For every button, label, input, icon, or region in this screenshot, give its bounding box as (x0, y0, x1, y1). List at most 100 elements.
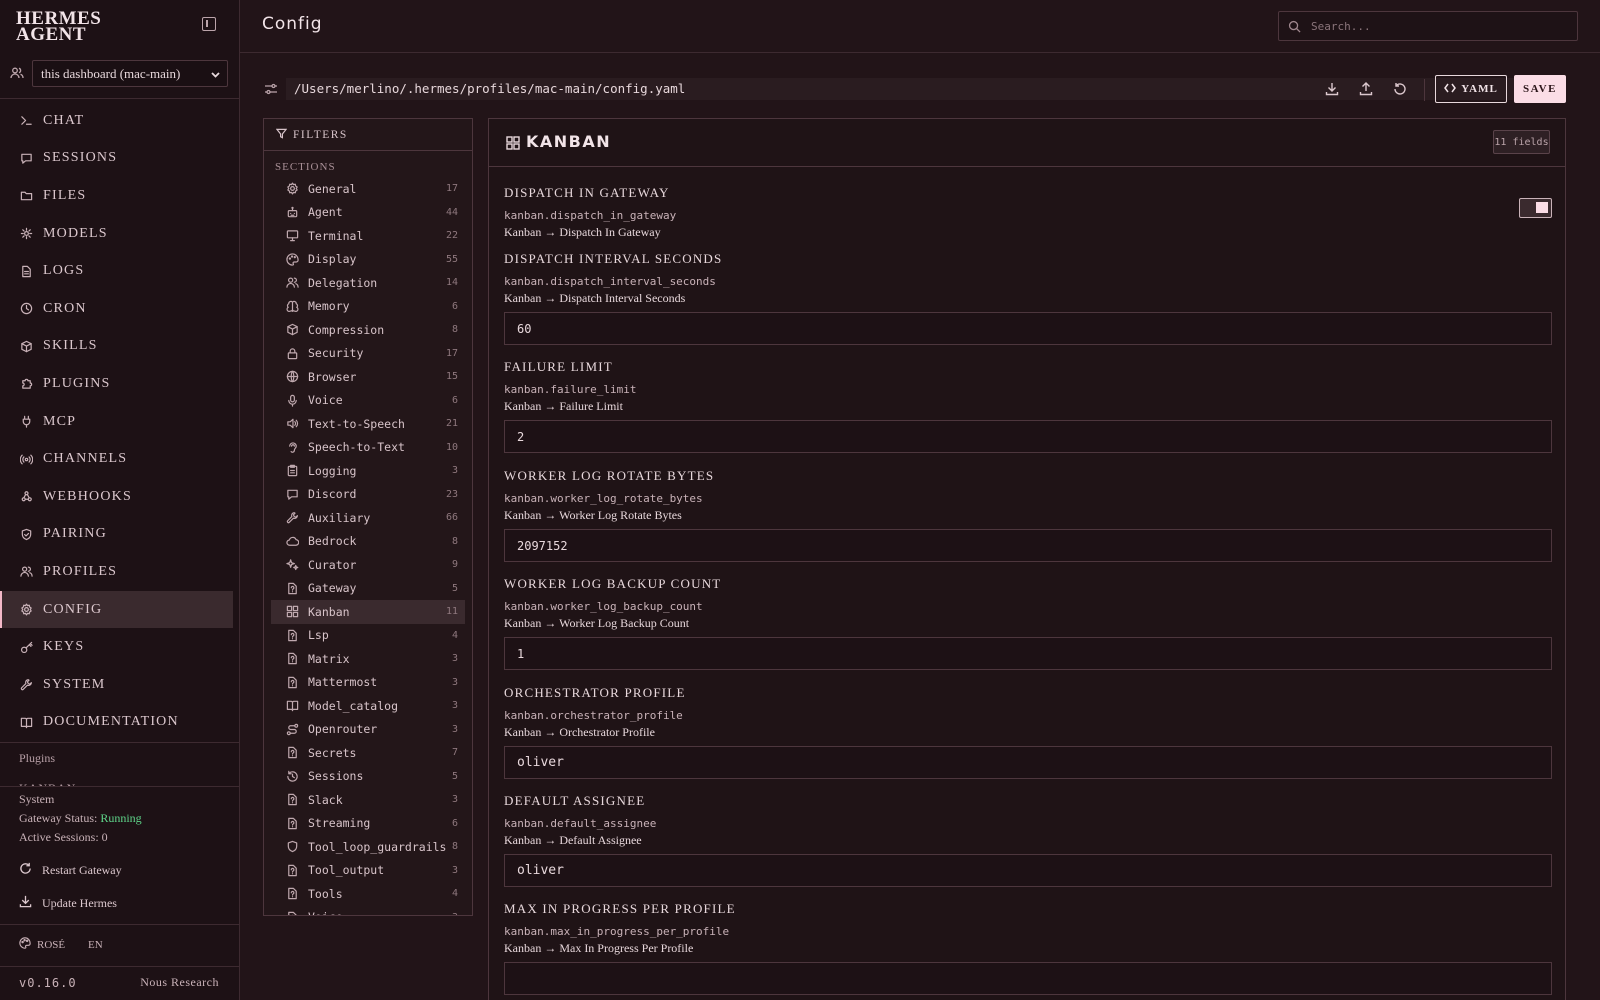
section-item-tool_output[interactable]: Tool_output 3 (271, 859, 465, 883)
field-toggle[interactable] (1519, 198, 1552, 218)
org-link[interactable]: Nous Research (140, 975, 219, 990)
chip-icon (19, 227, 33, 241)
nav-item-channels[interactable]: CHANNELS (0, 440, 240, 478)
section-item-compression[interactable]: Compression 8 (271, 318, 465, 342)
section-item-memory[interactable]: Memory 6 (271, 295, 465, 319)
section-item-label: Curator (308, 557, 357, 572)
field-input[interactable] (504, 962, 1552, 995)
config-field: FAILURE LIMIT kanban.failure_limit Kanban … (504, 359, 1552, 453)
sections-list: General 17 Agent 44 Terminal 22 Display 55 Deleg… (264, 177, 472, 915)
section-item-lsp[interactable]: Lsp 4 (271, 624, 465, 648)
update-hermes-button[interactable]: Update Hermes (19, 895, 117, 912)
chevron-down-icon (210, 68, 221, 84)
section-item-streaming[interactable]: Streaming 6 (271, 812, 465, 836)
section-item-count: 66 (445, 512, 458, 523)
section-item-openrouter[interactable]: Openrouter 3 (271, 718, 465, 742)
reset-icon[interactable] (1393, 82, 1407, 101)
section-item-secrets[interactable]: Secrets 7 (271, 741, 465, 765)
nav-item-logs[interactable]: LOGS (0, 252, 240, 290)
cloud-icon (285, 534, 299, 548)
book-icon (19, 715, 33, 729)
section-item-voice[interactable]: Voice 6 (271, 389, 465, 413)
nav-item-label: PROFILES (43, 563, 118, 579)
section-item-kanban[interactable]: Kanban 11 (271, 600, 465, 624)
save-button[interactable]: SAVE (1514, 75, 1566, 103)
nav-item-skills[interactable]: SKILLS (0, 328, 240, 366)
section-item-matrix[interactable]: Matrix 3 (271, 647, 465, 671)
nav-item-label: CRON (43, 300, 87, 316)
section-item-gateway[interactable]: Gateway 5 (271, 577, 465, 601)
section-item-display[interactable]: Display 55 (271, 248, 465, 272)
nav-item-pairing[interactable]: PAIRING (0, 516, 240, 554)
section-item-security[interactable]: Security 17 (271, 342, 465, 366)
sliders-icon[interactable] (264, 82, 278, 101)
field-input[interactable]: 2097152 (504, 529, 1552, 562)
nav-item-cron[interactable]: CRON (0, 290, 240, 328)
section-item-sessions[interactable]: Sessions 5 (271, 765, 465, 789)
section-item-discord[interactable]: Discord 23 (271, 483, 465, 507)
field-input[interactable]: 1 (504, 637, 1552, 670)
section-item-count: 11 (445, 606, 458, 617)
nav-item-mcp[interactable]: MCP (0, 403, 240, 441)
section-item-delegation[interactable]: Delegation 14 (271, 271, 465, 295)
nav-item-files[interactable]: FILES (0, 177, 240, 215)
sidebar-collapse-icon[interactable] (202, 17, 216, 31)
section-item-bedrock[interactable]: Bedrock 8 (271, 530, 465, 554)
section-item-count: 5 (451, 582, 458, 594)
nav-item-sessions[interactable]: SESSIONS (0, 140, 240, 178)
version-label: v0.16.0 (19, 976, 77, 990)
section-item-slack[interactable]: Slack 3 (271, 788, 465, 812)
search-input[interactable]: Search... (1278, 11, 1578, 41)
field-input[interactable]: 60 (504, 312, 1552, 345)
section-title: KANBAN (526, 132, 612, 151)
nav-item-documentation[interactable]: DOCUMENTATION (0, 704, 240, 742)
section-item-count: 8 (451, 324, 458, 335)
language-switcher[interactable]: EN (88, 939, 103, 951)
section-item-count: 44 (445, 206, 458, 218)
yaml-button[interactable]: YAML (1435, 75, 1507, 103)
theme-switcher[interactable]: ROSÉ (19, 937, 65, 952)
field-key: kanban.failure_limit (504, 383, 637, 396)
section-item-browser[interactable]: Browser 15 (271, 365, 465, 389)
folder-icon (19, 189, 33, 203)
nav-item-config[interactable]: CONFIG (0, 590, 233, 629)
section-item-curator[interactable]: Curator 9 (271, 553, 465, 577)
profile-select[interactable]: this dashboard (mac-main) (32, 60, 228, 87)
section-item-mattermost[interactable]: Mattermost 3 (271, 671, 465, 695)
nav-item-plugins[interactable]: PLUGINS (0, 365, 240, 403)
nav-item-system[interactable]: SYSTEM (0, 666, 240, 704)
puzzle-icon (19, 377, 33, 391)
section-item-label: Mattermost (308, 675, 378, 690)
nav-item-label: PLUGINS (43, 375, 111, 391)
nav-item-label: WEBHOOKS (43, 488, 132, 504)
filters-header[interactable]: FILTERS (264, 119, 472, 151)
section-item-model_catalog[interactable]: Model_catalog 3 (271, 694, 465, 718)
section-item-logging[interactable]: Logging 3 (271, 459, 465, 483)
nav-item-keys[interactable]: KEYS (0, 628, 240, 666)
upload-icon[interactable] (1359, 82, 1373, 101)
section-item-tools[interactable]: Tools 4 (271, 882, 465, 906)
section-item-tool_loop_guardrails[interactable]: Tool_loop_guardrails 8 (271, 835, 465, 859)
section-item-count: 8 (451, 535, 458, 547)
brain-icon (285, 299, 299, 313)
download-icon[interactable] (1325, 82, 1339, 101)
nav-item-label: CHAT (43, 112, 85, 128)
section-item-speech-to-text[interactable]: Speech-to-Text 10 (271, 436, 465, 460)
nav-item-webhooks[interactable]: WEBHOOKS (0, 478, 240, 516)
globe-icon (285, 370, 299, 384)
field-input[interactable]: 2 (504, 420, 1552, 453)
field-input[interactable]: oliver (504, 854, 1552, 887)
section-item-text-to-speech[interactable]: Text-to-Speech 21 (271, 412, 465, 436)
section-item-auxiliary[interactable]: Auxiliary 66 (271, 506, 465, 530)
restart-gateway-button[interactable]: Restart Gateway (19, 862, 122, 879)
section-item-general[interactable]: General 17 (271, 177, 465, 201)
section-item-label: Voice (308, 910, 343, 915)
section-item-label: Tool_output (308, 863, 385, 878)
nav-item-chat[interactable]: CHAT (0, 102, 240, 140)
section-item-agent[interactable]: Agent 44 (271, 201, 465, 225)
section-item-terminal[interactable]: Terminal 22 (271, 224, 465, 248)
nav-item-models[interactable]: MODELS (0, 215, 240, 253)
nav-item-profiles[interactable]: PROFILES (0, 553, 240, 591)
section-item-voice[interactable]: Voice 3 (271, 906, 465, 915)
field-input[interactable]: oliver (504, 746, 1552, 779)
